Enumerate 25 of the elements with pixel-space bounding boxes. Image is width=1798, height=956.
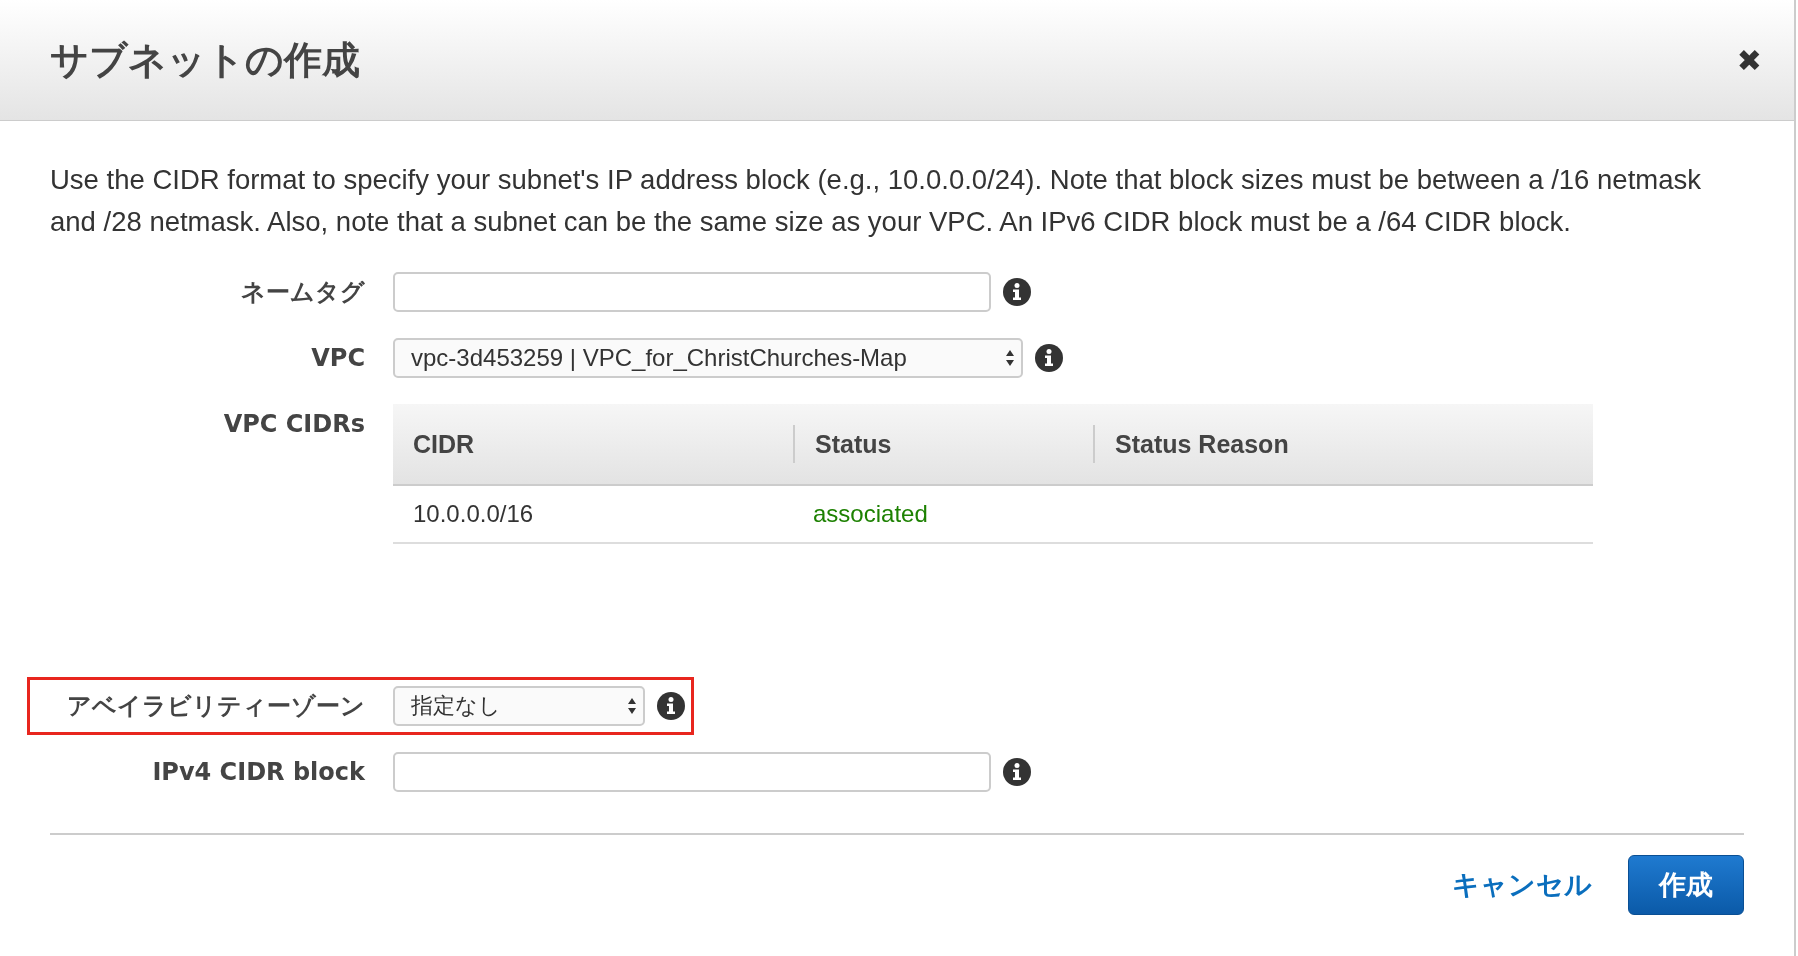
updown-arrows-icon [1005, 348, 1015, 368]
dialog-title: サブネットの作成 [50, 36, 360, 84]
table-cell-text: 10.0.0.0/16 [412, 500, 535, 528]
column-header: Status [793, 425, 1093, 463]
cancel-link[interactable]: キャンセル [1452, 867, 1592, 903]
field-label: VPC CIDRs [222, 409, 366, 438]
updown-arrows-icon [627, 696, 637, 716]
info-icon[interactable] [1003, 758, 1031, 786]
select-field[interactable]: 指定なし [393, 686, 645, 726]
input-field[interactable] [393, 272, 991, 312]
input-field[interactable] [393, 752, 991, 792]
info-icon[interactable] [1003, 278, 1031, 306]
select-field[interactable]: vpc-3d453259 | VPC_for_ChristChurches-Map [393, 338, 1023, 378]
field-label: IPv4 CIDR block [151, 758, 366, 786]
description-text: Use the CIDR format to specify your subnet's IP address block (e.g., 10.0.0.0/24). Note that block sizes must be between a /16 netmask and /28 netmask. Also, note that a subnet can be the same size as your VPC. An IPv6 CIDR block must be a /64 CIDR block. [50, 163, 1702, 239]
create-button[interactable]: 作成 [1628, 855, 1744, 915]
field-label: アベイラビリティーゾーン [66, 691, 366, 722]
column-header: CIDR [412, 429, 476, 460]
info-icon[interactable] [657, 692, 685, 720]
table-cell-text: associated [812, 500, 929, 528]
field-label: ネームタグ [240, 277, 366, 308]
column-header: Status Reason [1093, 425, 1289, 463]
field-label: VPC [310, 344, 366, 372]
close-button[interactable]: ✖ [1736, 42, 1762, 78]
info-icon[interactable] [1035, 344, 1063, 372]
